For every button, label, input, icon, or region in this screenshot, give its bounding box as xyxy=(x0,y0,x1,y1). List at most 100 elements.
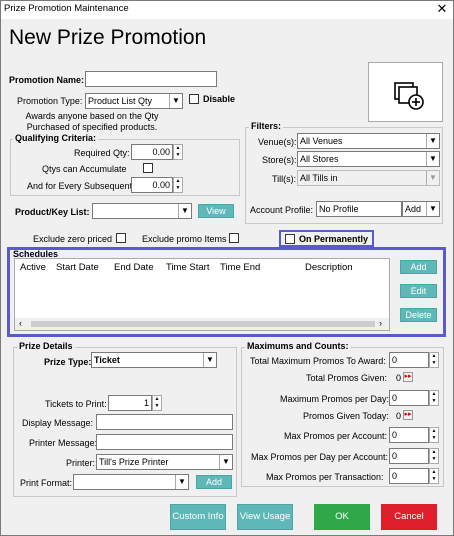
column-description[interactable]: Description xyxy=(305,262,353,273)
total-max-input[interactable]: 0 xyxy=(389,352,429,368)
schedule-add-button[interactable]: Add xyxy=(400,260,437,274)
printer-value: Till's Prize Printer xyxy=(99,457,169,467)
window-title: Prize Promotion Maintenance xyxy=(4,3,129,14)
promotion-name-input[interactable] xyxy=(85,71,217,87)
subsequent-input[interactable]: 0.00 xyxy=(131,177,173,193)
column-active[interactable]: Active xyxy=(20,262,46,273)
chevron-down-icon: ▼ xyxy=(169,94,182,108)
max-account-input[interactable]: 0 xyxy=(389,427,429,443)
venue-value: All Venues xyxy=(300,136,343,146)
till-select[interactable]: All Tills in ▼ xyxy=(297,170,440,186)
disable-checkbox[interactable] xyxy=(189,94,199,104)
printer-message-input[interactable] xyxy=(96,434,233,450)
max-day-input[interactable]: 0 xyxy=(389,390,429,406)
store-value: All Stores xyxy=(300,154,339,164)
view-usage-button[interactable]: View Usage xyxy=(237,504,293,530)
max-account-stepper[interactable]: ▲ ▼ xyxy=(429,427,439,443)
given-today-label: Promos Given Today: xyxy=(303,411,389,421)
scrollbar-thumb[interactable] xyxy=(31,321,375,327)
tickets-input[interactable]: 1 xyxy=(108,395,152,411)
total-given-value: 0 xyxy=(396,373,402,383)
chevron-down-icon: ▼ xyxy=(175,475,188,489)
printer-select[interactable]: Till's Prize Printer ▼ xyxy=(96,454,233,470)
schedule-edit-button[interactable]: Edit xyxy=(400,284,437,298)
exclude-zero-checkbox[interactable] xyxy=(116,233,126,243)
promotion-type-label: Promotion Type: xyxy=(17,96,83,106)
column-time-end[interactable]: Time End xyxy=(220,262,260,273)
close-icon[interactable]: ✕ xyxy=(432,0,452,18)
max-account-label: Max Promos per Account: xyxy=(284,431,388,441)
chevron-down-icon: ▼ xyxy=(426,134,439,148)
max-day-stepper[interactable]: ▲ ▼ xyxy=(429,390,439,406)
product-list-select[interactable]: ▼ xyxy=(92,203,192,219)
view-button[interactable]: View xyxy=(198,204,234,218)
total-given-go-icon[interactable]: ▸▸ xyxy=(403,372,413,382)
exclude-zero-label: Exclude zero priced xyxy=(33,234,113,244)
max-day-account-input[interactable]: 0 xyxy=(389,448,429,464)
chevron-down-icon: ▼ xyxy=(426,152,439,166)
qtys-accumulate-checkbox[interactable] xyxy=(143,163,153,173)
prize-type-label: Prize Type: xyxy=(44,357,92,367)
profile-add-dropdown[interactable]: Add ▼ xyxy=(402,201,440,217)
on-permanently-label: On Permanently xyxy=(299,234,369,244)
prize-type-value: Ticket xyxy=(94,355,120,365)
page-title: New Prize Promotion xyxy=(9,26,207,49)
chevron-down-icon: ▼ xyxy=(203,353,216,367)
chevron-down-icon: ▼ xyxy=(426,171,439,185)
product-list-label: Product/Key List: xyxy=(15,207,90,217)
chevron-down-icon: ▼ xyxy=(219,455,232,469)
scroll-right-icon[interactable]: › xyxy=(379,318,382,328)
custom-info-button[interactable]: Custom Info xyxy=(170,504,226,530)
horizontal-scrollbar[interactable]: ‹ › xyxy=(15,318,389,330)
promotion-type-select[interactable]: Product List Qty ▼ xyxy=(85,93,183,109)
print-format-add-button[interactable]: Add xyxy=(196,475,232,489)
prize-type-select[interactable]: Ticket ▼ xyxy=(91,352,217,368)
column-end-date[interactable]: End Date xyxy=(114,262,154,273)
max-transaction-input[interactable]: 0 xyxy=(389,468,429,484)
schedule-delete-button[interactable]: Delete xyxy=(400,308,437,322)
max-transaction-stepper[interactable]: ▲ ▼ xyxy=(429,468,439,484)
account-profile-label: Account Profile: xyxy=(250,205,314,215)
print-format-select[interactable]: ▼ xyxy=(73,474,189,490)
subsequent-label: And for Every Subsequent xyxy=(27,181,133,191)
total-max-label: Total Maximum Promos To Award: xyxy=(250,356,386,366)
filters-title: Filters: xyxy=(249,121,284,131)
display-message-input[interactable] xyxy=(96,414,233,430)
exclude-promo-checkbox[interactable] xyxy=(229,233,239,243)
till-label: Till(s): xyxy=(272,174,297,184)
print-format-label: Print Format: xyxy=(20,478,73,488)
ok-button[interactable]: OK xyxy=(314,504,370,530)
display-message-label: Display Message: xyxy=(22,418,94,428)
required-qty-input[interactable]: 0.00 xyxy=(131,144,173,160)
add-promotion-icon[interactable] xyxy=(368,62,443,122)
required-qty-stepper[interactable]: ▲ ▼ xyxy=(173,144,183,160)
venue-label: Venue(s): xyxy=(258,137,297,147)
venue-select[interactable]: All Venues ▼ xyxy=(297,133,440,149)
max-day-account-stepper[interactable]: ▲ ▼ xyxy=(429,448,439,464)
promotion-description: Awards anyone based on the Qty Purchased… xyxy=(25,111,159,132)
store-select[interactable]: All Stores ▼ xyxy=(297,151,440,167)
max-day-account-label: Max Promos per Day per Account: xyxy=(251,452,389,462)
chevron-down-icon: ▼ xyxy=(178,204,191,218)
on-permanently-checkbox[interactable] xyxy=(285,234,295,244)
column-time-start[interactable]: Time Start xyxy=(166,262,209,273)
store-label: Store(s): xyxy=(262,155,297,165)
exclude-promo-label: Exclude promo Items xyxy=(142,234,227,244)
given-today-go-icon[interactable]: ▸▸ xyxy=(403,410,413,420)
total-max-stepper[interactable]: ▲ ▼ xyxy=(429,352,439,368)
tickets-label: Tickets to Print: xyxy=(45,399,107,409)
subsequent-stepper[interactable]: ▲ ▼ xyxy=(173,177,183,193)
total-given-label: Total Promos Given: xyxy=(306,373,388,383)
printer-label: Printer: xyxy=(66,458,96,468)
account-profile-value: No Profile xyxy=(319,204,359,214)
account-profile-select[interactable]: No Profile xyxy=(316,201,402,217)
chevron-down-icon: ▼ xyxy=(426,202,439,216)
printer-message-label: Printer Message: xyxy=(29,438,98,448)
required-qty-label: Required Qty: xyxy=(74,148,130,158)
max-transaction-label: Max Promos per Transaction: xyxy=(266,472,384,482)
cancel-button[interactable]: Cancel xyxy=(381,504,437,530)
promotion-type-value: Product List Qty xyxy=(88,96,153,106)
column-start-date[interactable]: Start Date xyxy=(56,262,99,273)
scroll-left-icon[interactable]: ‹ xyxy=(19,318,22,328)
tickets-stepper[interactable]: ▲ ▼ xyxy=(152,395,162,411)
